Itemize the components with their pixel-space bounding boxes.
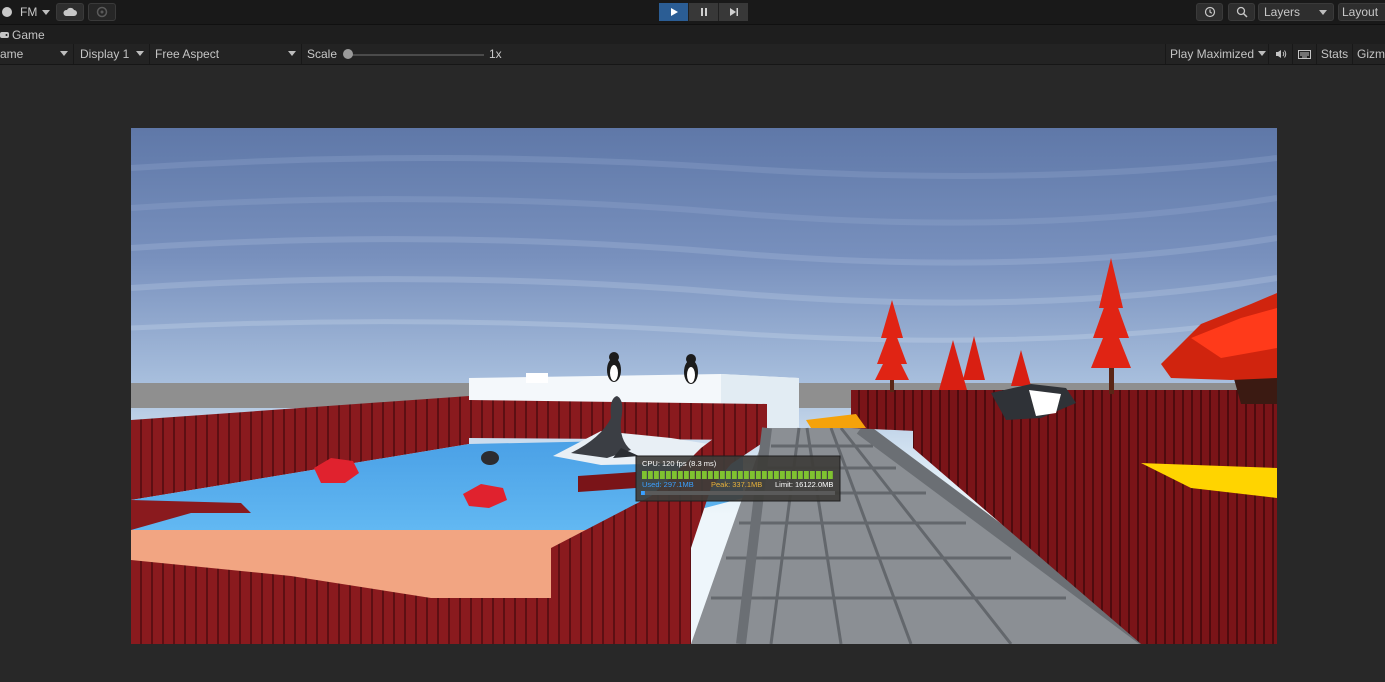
limit-memory-text: Limit: 16122.0MB [775,480,833,489]
cpu-bar-segment [672,471,677,479]
performance-overlay: CPU: 120 fps (8.3 ms) Used: 297.1MB Peak… [635,455,841,502]
cpu-bar-segment [708,471,713,479]
cpu-bar-segment [804,471,809,479]
collab-button[interactable] [88,3,116,21]
cpu-bar-segment [744,471,749,479]
chevron-down-icon [1319,10,1327,15]
tab-bar: Game [0,25,1385,44]
cpu-bar-segment [786,471,791,479]
cpu-bar-segment [654,471,659,479]
game-view-toolbar: ame Display 1 Free Aspect Scale 1x Play … [0,44,1385,65]
step-icon [729,8,738,16]
used-memory-text: Used: 297.1MB [642,480,694,489]
scale-slider-thumb[interactable] [343,49,353,59]
cpu-bar-segment [678,471,683,479]
step-button[interactable] [719,3,748,21]
view-mode-dropdown[interactable]: ame [0,44,74,64]
keyboard-icon [1298,49,1311,59]
cpu-bar-segment [816,471,821,479]
cpu-bar-segment [660,471,665,479]
cpu-bar-segment [726,471,731,479]
speaker-icon [1275,50,1286,58]
layers-dropdown[interactable]: Layers [1258,3,1334,21]
shortcuts-button[interactable] [1293,44,1317,64]
cpu-bar-segment [666,471,671,479]
cpu-bar-segment [684,471,689,479]
cpu-bar-segment [768,471,773,479]
layout-dropdown[interactable]: Layout [1338,3,1385,21]
memory-bar-track [641,491,835,495]
chevron-down-icon [288,51,296,56]
gamepad-icon [0,31,9,38]
cpu-bar-segment [696,471,701,479]
seal-head [481,451,499,465]
search-icon [1236,6,1248,18]
peak-memory-text: Peak: 337.1MB [711,480,762,489]
account-label: FM [20,5,38,19]
chevron-down-icon [136,51,144,56]
gizmos-dropdown[interactable]: Gizm [1353,44,1385,64]
scale-label: Scale [307,47,338,61]
view-mode-label: ame [0,47,24,61]
aspect-dropdown[interactable]: Free Aspect [150,44,302,64]
pause-icon [700,8,707,16]
play-button[interactable] [659,3,689,21]
cpu-bar-segment [702,471,707,479]
cpu-bar-segment [828,471,833,479]
scale-value: 1x [489,47,502,61]
penguin-2 [684,354,698,384]
scale-slider-track[interactable] [352,54,484,56]
cpu-bar-segment [762,471,767,479]
chevron-down-icon [1258,51,1266,56]
play-icon [670,8,678,16]
history-icon [1204,6,1215,18]
account-dropdown[interactable]: FM [0,3,52,21]
cpu-bar-segment [774,471,779,479]
cpu-bar-segment [756,471,761,479]
cpu-bar-segment [792,471,797,479]
history-button[interactable] [1196,3,1223,21]
cpu-bar-segment [810,471,815,479]
game-viewport[interactable]: CPU: 120 fps (8.3 ms) Used: 297.1MB Peak… [131,128,1277,644]
pause-button[interactable] [689,3,719,21]
mute-audio-button[interactable] [1269,44,1293,64]
play-mode-dropdown[interactable]: Play Maximized [1165,44,1269,64]
collab-icon [96,6,108,18]
cpu-bar-segment [648,471,653,479]
cpu-bar-segment [720,471,725,479]
main-toolbar: FM Layers Layout [0,0,1385,25]
tab-game-label: Game [12,27,45,42]
cloud-button[interactable] [56,3,84,21]
cpu-text: CPU: 120 fps (8.3 ms) [642,459,717,468]
layers-label: Layers [1264,5,1301,19]
search-button[interactable] [1228,3,1255,21]
display-dropdown[interactable]: Display 1 [74,44,150,64]
cpu-bar-segment [750,471,755,479]
play-mode-label: Play Maximized [1170,47,1255,61]
stats-label: Stats [1320,47,1349,61]
account-icon [2,7,12,17]
display-label: Display 1 [80,47,130,61]
gizmos-label: Gizm [1357,47,1385,61]
cpu-bar-segment [714,471,719,479]
cloud-icon [63,7,77,16]
cpu-bar-segment [738,471,743,479]
game-scene: CPU: 120 fps (8.3 ms) Used: 297.1MB Peak… [131,128,1277,644]
aspect-label: Free Aspect [155,47,220,61]
penguin-1 [607,352,621,382]
stats-button[interactable]: Stats [1317,44,1353,64]
layout-label: Layout [1342,5,1379,19]
chevron-down-icon [42,9,51,15]
chevron-down-icon [60,51,68,56]
cpu-bar-segment [690,471,695,479]
cpu-bar-segment [780,471,785,479]
memory-bar-fill [641,491,645,495]
cpu-bar-segment [822,471,827,479]
cpu-bar-segment [798,471,803,479]
tab-game[interactable]: Game [0,25,51,44]
cpu-bar-segment [732,471,737,479]
cpu-bar-segment [642,471,647,479]
playmode-controls [659,3,748,21]
